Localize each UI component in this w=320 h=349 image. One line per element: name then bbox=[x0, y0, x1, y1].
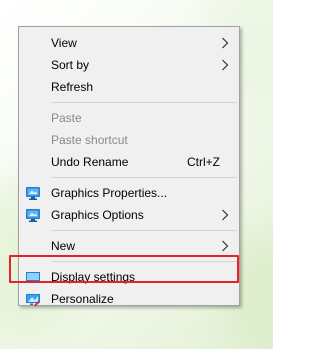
menu-item-shortcut: Ctrl+Z bbox=[187, 155, 220, 169]
menu-separator bbox=[51, 261, 237, 262]
menu-item-label: Sort by bbox=[51, 58, 90, 72]
chevron-right-icon bbox=[221, 54, 231, 76]
menu-item-label: Personalize bbox=[51, 292, 114, 306]
menu-separator bbox=[51, 102, 237, 103]
menu-separator bbox=[51, 177, 237, 178]
menu-item-label: Display settings bbox=[51, 270, 136, 284]
menu-item-sort-by[interactable]: Sort by bbox=[19, 54, 239, 76]
chevron-right-icon bbox=[221, 32, 231, 54]
menu-separator bbox=[51, 230, 237, 231]
menu-item-label: New bbox=[51, 239, 76, 253]
chevron-right-icon bbox=[221, 235, 231, 257]
personalize-icon bbox=[25, 291, 41, 307]
menu-item-graphics-properties[interactable]: Graphics Properties... bbox=[19, 182, 239, 204]
desktop-background[interactable]: View Sort by Refresh Paste Paste shortcu… bbox=[0, 0, 273, 349]
menu-item-label: Graphics Options bbox=[51, 208, 144, 222]
menu-item-undo-rename[interactable]: Undo Rename Ctrl+Z bbox=[19, 151, 239, 173]
menu-item-refresh[interactable]: Refresh bbox=[19, 76, 239, 98]
context-menu: View Sort by Refresh Paste Paste shortcu… bbox=[18, 26, 240, 307]
menu-item-graphics-options[interactable]: Graphics Options bbox=[19, 204, 239, 226]
menu-item-label: Paste shortcut bbox=[51, 133, 128, 147]
menu-item-label: Graphics Properties... bbox=[51, 186, 168, 200]
graphics-icon bbox=[25, 185, 41, 201]
menu-item-label: View bbox=[51, 36, 77, 50]
menu-item-paste: Paste bbox=[19, 107, 239, 129]
menu-item-label: Paste bbox=[51, 111, 82, 125]
menu-item-display-settings[interactable]: Display settings bbox=[19, 266, 239, 288]
display-icon bbox=[25, 269, 41, 285]
menu-item-view[interactable]: View bbox=[19, 32, 239, 54]
menu-item-label: Undo Rename bbox=[51, 155, 129, 169]
menu-item-new[interactable]: New bbox=[19, 235, 239, 257]
graphics-icon bbox=[25, 207, 41, 223]
menu-item-paste-shortcut: Paste shortcut bbox=[19, 129, 239, 151]
chevron-right-icon bbox=[221, 204, 231, 226]
menu-item-label: Refresh bbox=[51, 80, 94, 94]
menu-item-personalize[interactable]: Personalize bbox=[19, 288, 239, 310]
